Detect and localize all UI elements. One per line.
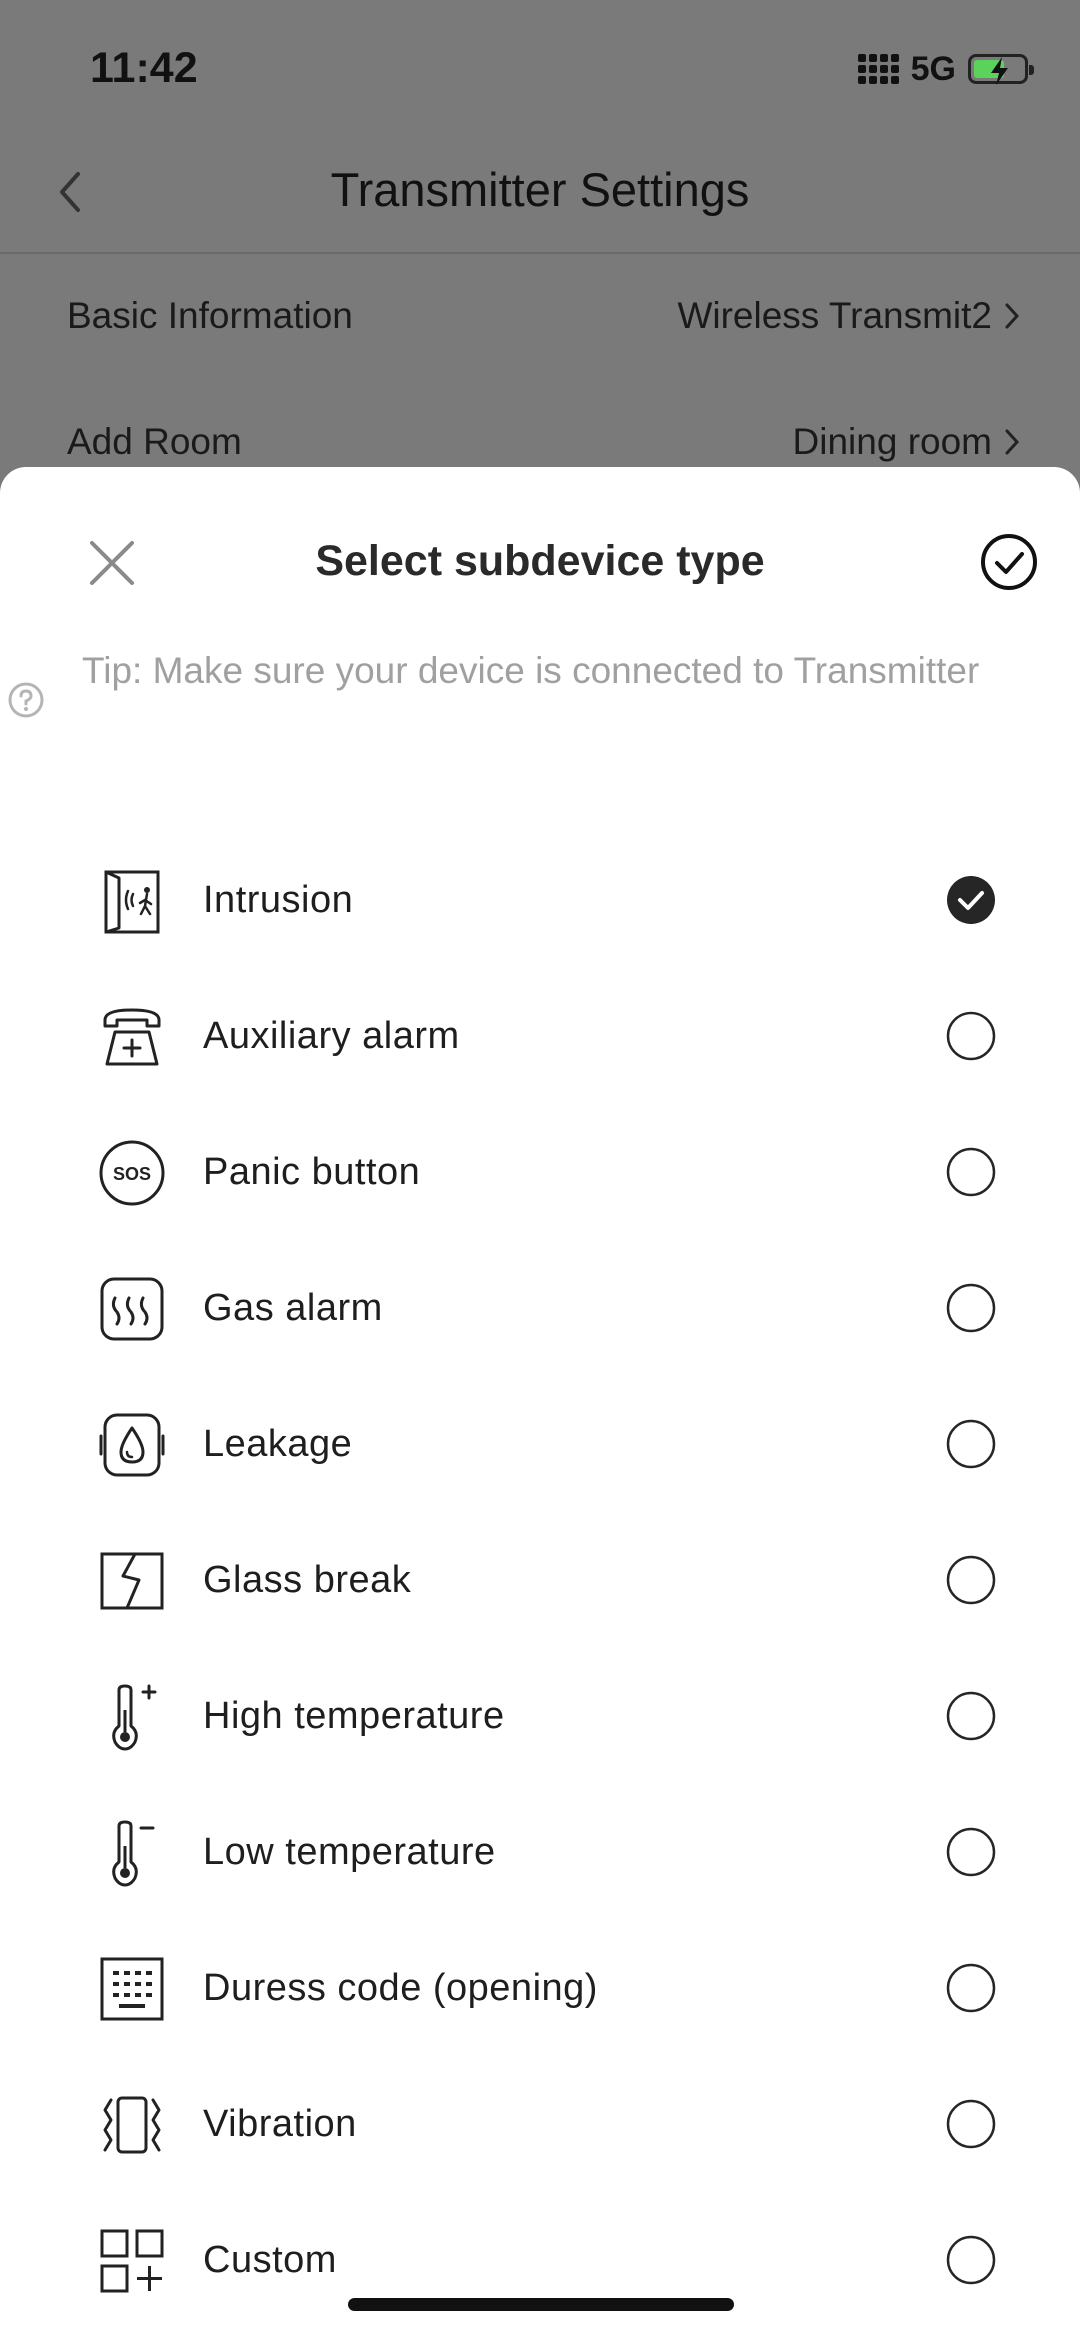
row-value-text: Wireless Transmit2 bbox=[677, 295, 992, 336]
radio-unchecked-icon[interactable] bbox=[946, 1555, 996, 1605]
radio-unchecked-icon[interactable] bbox=[946, 1283, 996, 1333]
item-label: Intrusion bbox=[203, 879, 354, 921]
gas-icon bbox=[100, 1277, 164, 1341]
thermometer-minus-icon bbox=[112, 1820, 155, 1887]
chevron-right-icon bbox=[1005, 429, 1020, 455]
sheet-title: Select subdevice type bbox=[315, 537, 765, 585]
sos-icon: SOS bbox=[99, 1140, 165, 1206]
list-item-auxiliary-alarm[interactable]: Auxiliary alarm bbox=[0, 968, 1080, 1104]
list-item-low-temperature[interactable]: Low temperature bbox=[0, 1784, 1080, 1920]
help-circle-icon bbox=[8, 682, 44, 718]
radio-unchecked-icon[interactable] bbox=[946, 1147, 996, 1197]
telephone-medical-icon bbox=[103, 1008, 161, 1066]
item-label: Leakage bbox=[203, 1423, 353, 1465]
subdevice-type-list: Intrusion Auxiliary alarm SOS Panic butt… bbox=[0, 832, 1080, 2328]
list-item-panic-button[interactable]: SOS Panic button bbox=[0, 1104, 1080, 1240]
thermometer-plus-icon bbox=[112, 1684, 157, 1751]
vibration-icon bbox=[103, 2096, 161, 2154]
list-item-leakage[interactable]: Leakage bbox=[0, 1376, 1080, 1512]
item-label: Vibration bbox=[203, 2103, 357, 2145]
radio-checked-icon[interactable] bbox=[946, 875, 996, 925]
home-indicator[interactable] bbox=[348, 2298, 734, 2311]
item-label: Low temperature bbox=[203, 1831, 496, 1873]
divider bbox=[0, 252, 1080, 254]
radio-unchecked-icon[interactable] bbox=[946, 2235, 996, 2285]
list-item-glass-break[interactable]: Glass break bbox=[0, 1512, 1080, 1648]
list-item-gas-alarm[interactable]: Gas alarm bbox=[0, 1240, 1080, 1376]
status-time: 11:42 bbox=[90, 44, 198, 92]
water-drop-icon bbox=[99, 1413, 165, 1477]
list-item-high-temperature[interactable]: High temperature bbox=[0, 1648, 1080, 1784]
svg-text:SOS: SOS bbox=[113, 1164, 151, 1184]
status-indicators: 5G bbox=[857, 44, 1034, 94]
row-label: Basic Information bbox=[67, 295, 353, 336]
page-title: Transmitter Settings bbox=[330, 163, 750, 216]
network-type: 5G bbox=[910, 49, 956, 88]
glass-break-icon bbox=[100, 1552, 164, 1610]
radio-unchecked-icon[interactable] bbox=[946, 1691, 996, 1741]
radio-unchecked-icon[interactable] bbox=[946, 1419, 996, 1469]
list-item-intrusion[interactable]: Intrusion bbox=[0, 832, 1080, 968]
item-label: Auxiliary alarm bbox=[203, 1015, 460, 1057]
door-intrusion-icon bbox=[104, 870, 160, 934]
list-item-duress-code[interactable]: Duress code (opening) bbox=[0, 1920, 1080, 2056]
item-label: Custom bbox=[203, 2239, 337, 2281]
list-item-vibration[interactable]: Vibration bbox=[0, 2056, 1080, 2192]
item-label: Panic button bbox=[203, 1151, 421, 1193]
signal-icon bbox=[857, 54, 899, 84]
radio-unchecked-icon[interactable] bbox=[946, 2099, 996, 2149]
custom-grid-icon bbox=[100, 2229, 164, 2293]
subdevice-type-sheet: Select subdevice type Tip: Make sure you… bbox=[0, 467, 1080, 2337]
radio-unchecked-icon[interactable] bbox=[946, 1827, 996, 1877]
keypad-icon bbox=[100, 1957, 164, 2021]
item-label: Duress code (opening) bbox=[203, 1967, 598, 2009]
tip-text: Tip: Make sure your device is connected … bbox=[82, 650, 980, 691]
basic-information-row[interactable]: Basic Information Wireless Transmit2 bbox=[0, 276, 1080, 356]
item-label: High temperature bbox=[203, 1695, 505, 1737]
check-circle-icon[interactable] bbox=[976, 529, 1042, 595]
item-label: Gas alarm bbox=[203, 1287, 383, 1329]
radio-unchecked-icon[interactable] bbox=[946, 1011, 996, 1061]
battery-icon bbox=[968, 54, 1034, 85]
radio-unchecked-icon[interactable] bbox=[946, 1963, 996, 2013]
chevron-right-icon bbox=[1005, 303, 1020, 329]
row-value: Wireless Transmit2 bbox=[677, 276, 1022, 356]
item-label: Glass break bbox=[203, 1559, 412, 1601]
